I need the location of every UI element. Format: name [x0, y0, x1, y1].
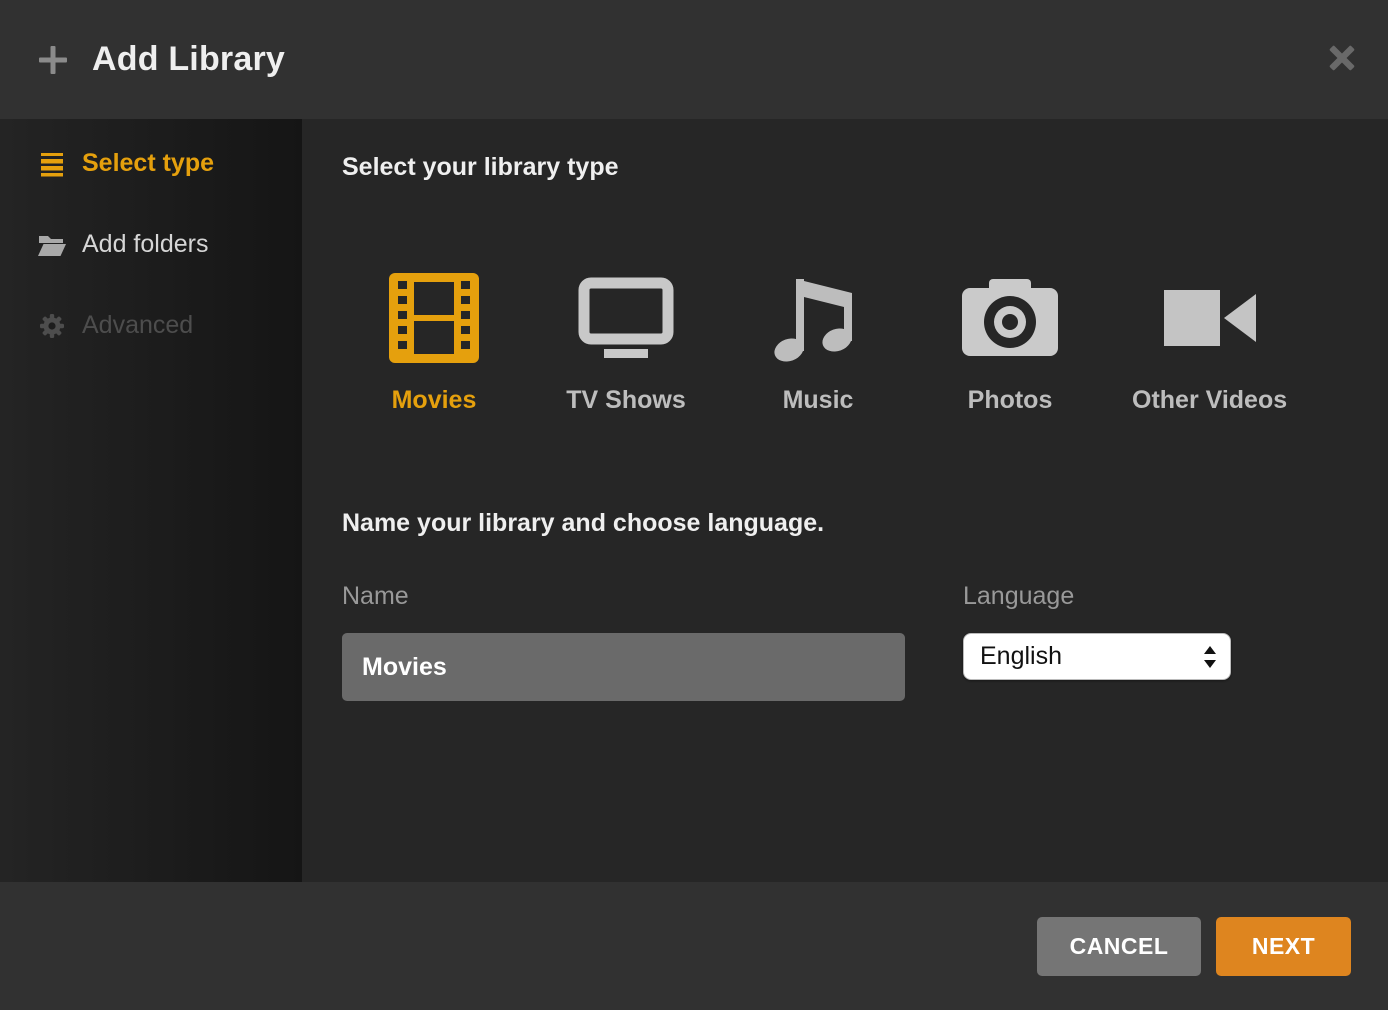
- language-label: Language: [963, 582, 1231, 611]
- name-label: Name: [342, 582, 905, 611]
- film-strip-icon: [389, 272, 479, 364]
- language-selected-value: English: [980, 642, 1204, 671]
- camera-icon: [962, 272, 1058, 364]
- library-name-input[interactable]: [342, 633, 905, 701]
- dialog-title: Add Library: [92, 40, 285, 79]
- language-field-group: Language English: [963, 582, 1231, 701]
- library-type-tv-shows[interactable]: TV Shows: [556, 272, 696, 415]
- dialog-header: Add Library: [0, 0, 1388, 119]
- close-button[interactable]: [1324, 40, 1360, 76]
- next-button[interactable]: NEXT: [1216, 917, 1351, 976]
- folder-open-icon: [38, 231, 66, 259]
- library-type-label: Music: [783, 386, 854, 415]
- cancel-button[interactable]: CANCEL: [1037, 917, 1201, 976]
- library-type-music[interactable]: Music: [748, 272, 888, 415]
- gear-icon: [38, 312, 66, 340]
- sidebar-item-label: Select type: [82, 149, 214, 178]
- plus-icon: [36, 43, 70, 77]
- library-type-movies[interactable]: Movies: [364, 272, 504, 415]
- add-library-dialog: Add Library S: [0, 0, 1388, 1010]
- library-type-label: TV Shows: [566, 386, 685, 415]
- name-language-heading: Name your library and choose language.: [342, 509, 1388, 538]
- tv-icon: [578, 272, 674, 364]
- library-type-label: Other Videos: [1132, 386, 1287, 415]
- sidebar-item-select-type[interactable]: Select type: [38, 149, 302, 178]
- sidebar-item-advanced[interactable]: Advanced: [38, 311, 302, 340]
- select-stepper-icon: [1204, 646, 1216, 668]
- sidebar-item-add-folders[interactable]: Add folders: [38, 230, 302, 259]
- library-type-label: Photos: [968, 386, 1053, 415]
- name-language-form: Name Language English: [342, 582, 1388, 701]
- sidebar-item-label: Advanced: [82, 311, 193, 340]
- library-type-label: Movies: [392, 386, 477, 415]
- wizard-steps-sidebar: Select type Add folders: [0, 119, 302, 882]
- name-field-group: Name: [342, 582, 905, 701]
- dialog-footer: CANCEL NEXT: [0, 882, 1388, 1010]
- library-type-other-videos[interactable]: Other Videos: [1132, 272, 1287, 415]
- video-camera-icon: [1162, 272, 1258, 364]
- language-select[interactable]: English: [963, 633, 1231, 680]
- main-panel: Select your library type: [302, 119, 1388, 882]
- list-lines-icon: [38, 150, 66, 178]
- sidebar-item-label: Add folders: [82, 230, 208, 259]
- library-type-heading: Select your library type: [342, 153, 1388, 182]
- music-note-icon: [770, 272, 866, 364]
- library-type-row: Movies TV Shows: [364, 272, 1388, 415]
- library-type-photos[interactable]: Photos: [940, 272, 1080, 415]
- dialog-body: Select type Add folders: [0, 119, 1388, 882]
- close-icon: [1324, 40, 1360, 76]
